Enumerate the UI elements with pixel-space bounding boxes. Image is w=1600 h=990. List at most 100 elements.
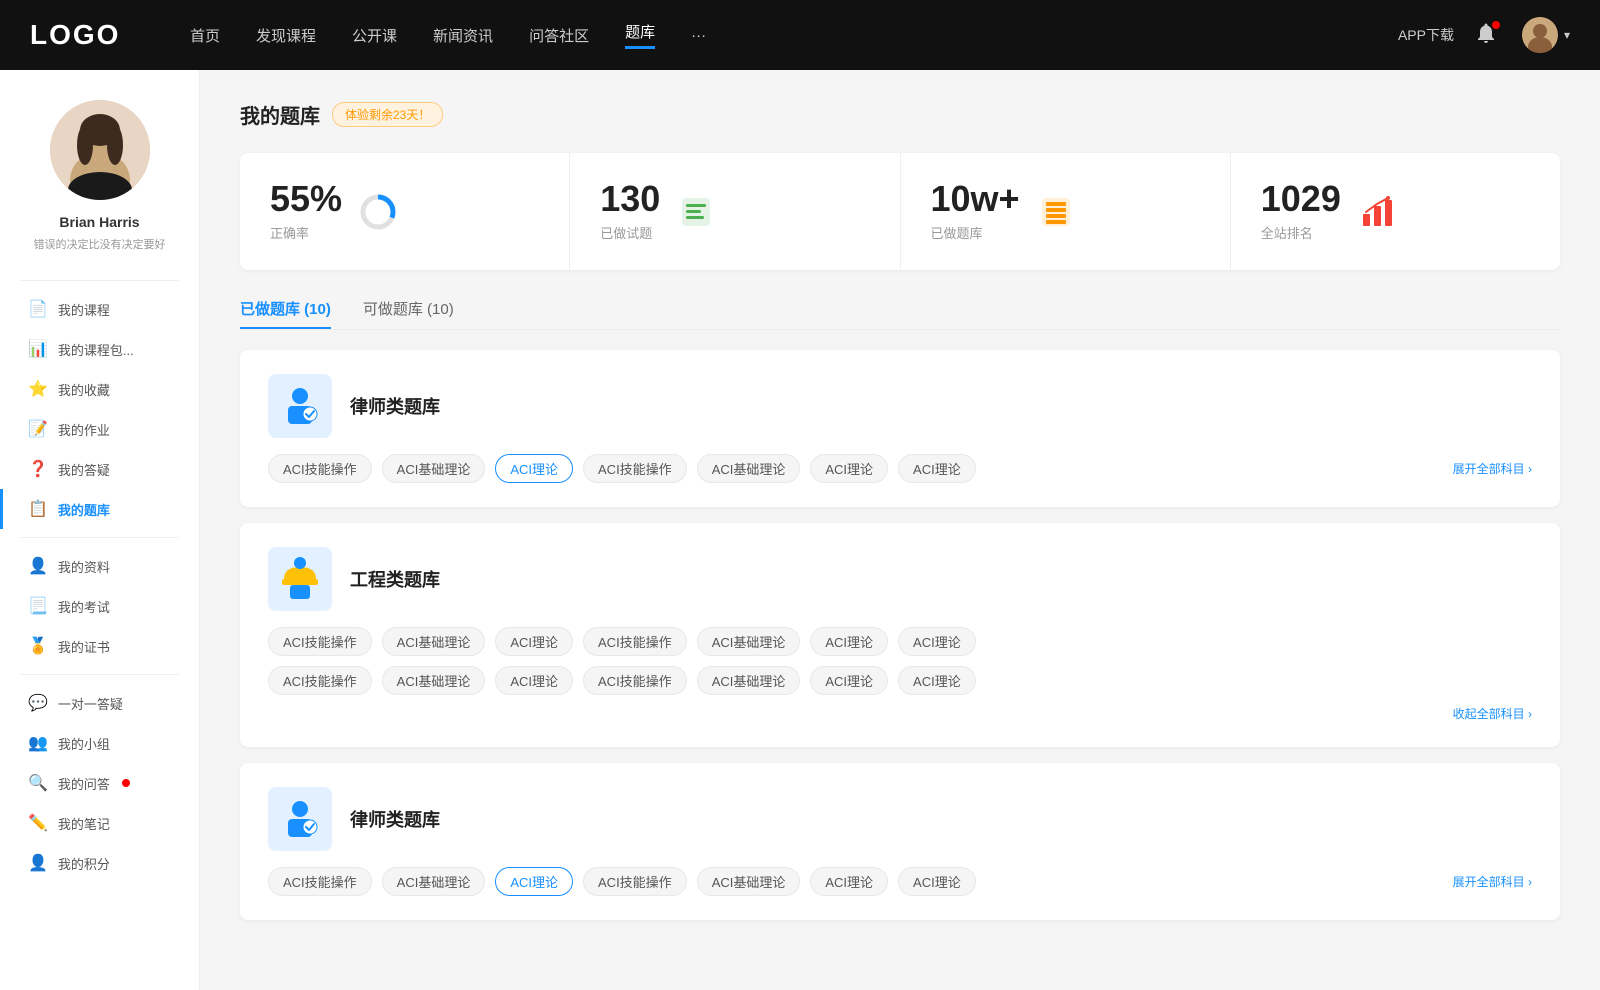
page-title: 我的题库 [240, 100, 320, 129]
sidebar-item-my-qna[interactable]: 🔍 我的问答 [0, 763, 199, 803]
tag-item[interactable]: ACI基础理论 [382, 627, 486, 656]
app-download-link[interactable]: APP下载 [1398, 25, 1454, 45]
sidebar-item-my-packages[interactable]: 📊 我的课程包... [0, 329, 199, 369]
bank-title-lawyer-2: 律师类题库 [350, 806, 440, 832]
sidebar-item-my-exam[interactable]: 📃 我的考试 [0, 586, 199, 626]
tag-item[interactable]: ACI理论 [898, 666, 976, 695]
tag-item[interactable]: ACI理论 [898, 627, 976, 656]
page-title-row: 我的题库 体验剩余23天！ [240, 100, 1560, 129]
profile-name: Brian Harris [59, 214, 139, 230]
sidebar-item-my-profile[interactable]: 👤 我的资料 [0, 546, 199, 586]
sidebar-item-label: 我的课程包... [58, 340, 134, 359]
sidebar-item-label: 我的资料 [58, 557, 110, 576]
tag-item[interactable]: ACI技能操作 [583, 867, 687, 896]
notification-bell[interactable] [1474, 21, 1502, 49]
sidebar-divider-1 [20, 280, 179, 281]
sidebar-item-my-homework[interactable]: 📝 我的作业 [0, 409, 199, 449]
sidebar-item-my-courses[interactable]: 📄 我的课程 [0, 289, 199, 329]
nav-home[interactable]: 首页 [190, 25, 220, 46]
navbar-right: APP下载 ▾ [1398, 17, 1570, 53]
sidebar-item-my-favorites[interactable]: ⭐ 我的收藏 [0, 369, 199, 409]
nav-qa[interactable]: 问答社区 [529, 25, 589, 46]
tag-item[interactable]: ACI理论 [810, 454, 888, 483]
tag-item[interactable]: ACI技能操作 [268, 627, 372, 656]
page-wrap: Brian Harris 错误的决定比没有决定要好 📄 我的课程 📊 我的课程包… [0, 70, 1600, 990]
tag-item-active[interactable]: ACI理论 [495, 867, 573, 896]
tag-item[interactable]: ACI技能操作 [268, 867, 372, 896]
tab-done-banks[interactable]: 已做题库 (10) [240, 298, 331, 329]
tag-item[interactable]: ACI技能操作 [268, 454, 372, 483]
bank-card-lawyer-2: 律师类题库 ACI技能操作 ACI基础理论 ACI理论 ACI技能操作 ACI基… [240, 763, 1560, 920]
exam-icon: 📃 [28, 596, 48, 616]
tag-item[interactable]: ACI理论 [810, 867, 888, 896]
lawyer-icon-2 [268, 787, 332, 851]
ranking-chart-icon [1357, 192, 1397, 232]
done-banks-icon [1036, 192, 1076, 232]
sidebar-item-my-certificate[interactable]: 🏅 我的证书 [0, 626, 199, 666]
tag-item[interactable]: ACI基础理论 [697, 454, 801, 483]
bank-title-engineer: 工程类题库 [350, 566, 440, 592]
nav-openclass[interactable]: 公开课 [352, 25, 397, 46]
tag-item[interactable]: ACI理论 [898, 867, 976, 896]
tag-item[interactable]: ACI基础理论 [382, 867, 486, 896]
qna-icon: 🔍 [28, 773, 48, 793]
tag-item[interactable]: ACI理论 [810, 666, 888, 695]
stat-accuracy-value: 55% [270, 181, 342, 217]
stat-done-problems: 130 已做试题 [570, 153, 900, 270]
tag-item[interactable]: ACI基础理论 [697, 627, 801, 656]
collapse-link-engineer[interactable]: 收起全部科目 › [1453, 707, 1532, 721]
bank-tags-lawyer-1: ACI技能操作 ACI基础理论 ACI理论 ACI技能操作 ACI基础理论 AC… [268, 454, 1443, 483]
stat-accuracy-label: 正确率 [270, 223, 342, 242]
tag-item[interactable]: ACI技能操作 [583, 454, 687, 483]
tag-item[interactable]: ACI理论 [495, 666, 573, 695]
sidebar-item-label: 我的证书 [58, 637, 110, 656]
notes-icon: ✏️ [28, 813, 48, 833]
user-avatar-wrap[interactable]: ▾ [1522, 17, 1570, 53]
sidebar-item-label: 我的积分 [58, 854, 110, 873]
tab-available-banks[interactable]: 可做题库 (10) [363, 298, 454, 329]
expand-link-lawyer-2[interactable]: 展开全部科目 › [1453, 873, 1532, 890]
stat-ranking: 1029 全站排名 [1231, 153, 1560, 270]
sidebar-item-label: 我的题库 [58, 500, 110, 519]
expand-link-lawyer-1[interactable]: 展开全部科目 › [1453, 460, 1532, 477]
nav-more[interactable]: ··· [691, 27, 706, 44]
sidebar-item-my-questions[interactable]: ❓ 我的答疑 [0, 449, 199, 489]
sidebar-item-my-questionbank[interactable]: 📋 我的题库 [0, 489, 199, 529]
sidebar-item-label: 我的问答 [58, 774, 110, 793]
tag-item[interactable]: ACI技能操作 [583, 666, 687, 695]
nav-menu: 首页 发现课程 公开课 新闻资讯 问答社区 题库 ··· [190, 21, 1398, 49]
certificate-icon: 🏅 [28, 636, 48, 656]
tag-item[interactable]: ACI理论 [898, 454, 976, 483]
stat-ranking-label: 全站排名 [1261, 223, 1341, 242]
sidebar-item-my-group[interactable]: 👥 我的小组 [0, 723, 199, 763]
nav-questionbank[interactable]: 题库 [625, 21, 655, 49]
tag-item-active[interactable]: ACI理论 [495, 454, 573, 483]
navbar: LOGO 首页 发现课程 公开课 新闻资讯 问答社区 题库 ··· APP下载 … [0, 0, 1600, 70]
trial-badge: 体验剩余23天！ [332, 102, 443, 127]
tag-item[interactable]: ACI基础理论 [697, 867, 801, 896]
sidebar-item-label: 我的课程 [58, 300, 110, 319]
tag-item[interactable]: ACI理论 [495, 627, 573, 656]
tag-item[interactable]: ACI基础理论 [382, 666, 486, 695]
nav-discover[interactable]: 发现课程 [256, 25, 316, 46]
user-avatar [1522, 17, 1558, 53]
sidebar-item-my-points[interactable]: 👤 我的积分 [0, 843, 199, 883]
tag-item[interactable]: ACI技能操作 [583, 627, 687, 656]
user-menu-chevron[interactable]: ▾ [1564, 28, 1570, 42]
homework-icon: 📝 [28, 419, 48, 439]
tag-item[interactable]: ACI理论 [810, 627, 888, 656]
logo[interactable]: LOGO [30, 19, 130, 51]
nav-news[interactable]: 新闻资讯 [433, 25, 493, 46]
points-icon: 👤 [28, 853, 48, 873]
stat-done-value: 130 [600, 181, 660, 217]
sidebar-item-label: 我的收藏 [58, 380, 110, 399]
qna-badge-dot [122, 779, 130, 787]
sidebar-divider-2 [20, 537, 179, 538]
tag-item[interactable]: ACI基础理论 [697, 666, 801, 695]
stat-ranking-value: 1029 [1261, 181, 1341, 217]
bell-notification-dot [1492, 21, 1500, 29]
sidebar-item-one-on-one[interactable]: 💬 一对一答疑 [0, 683, 199, 723]
tag-item[interactable]: ACI基础理论 [382, 454, 486, 483]
sidebar-item-my-notes[interactable]: ✏️ 我的笔记 [0, 803, 199, 843]
tag-item[interactable]: ACI技能操作 [268, 666, 372, 695]
